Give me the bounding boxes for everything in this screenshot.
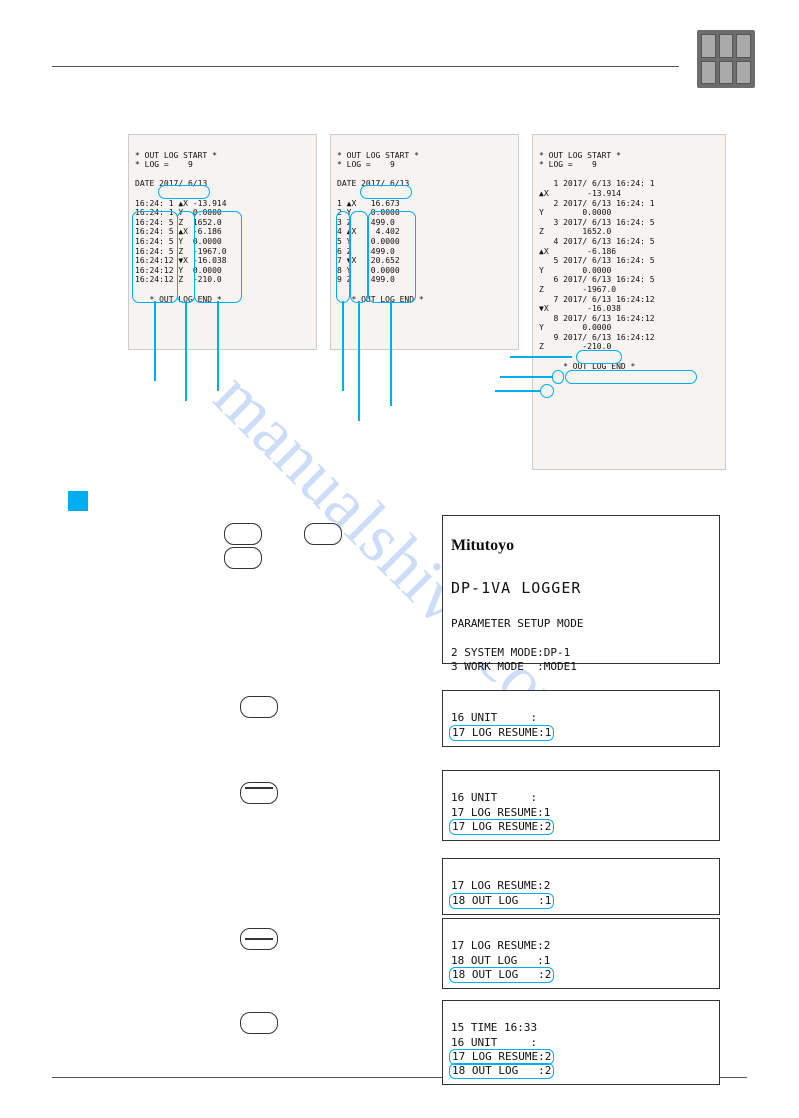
lead-2a [342,301,344,391]
lcd-e: 15 TIME 16:33 16 UNIT : 17 LOG RESUME:2 … [442,1000,720,1085]
lead-3c [510,356,572,358]
lcd-d: 17 LOG RESUME:2 18 OUT LOG :1 18 OUT LOG… [442,918,720,989]
slip1-date: 2017/ 6/13 [159,179,207,188]
lead-3a [500,376,552,378]
top-rule [52,66,679,67]
key-blank-2 [224,547,262,569]
lcd-brand: Mitutoyo [451,536,711,557]
lead-2c [390,301,392,406]
lcd-title: DP-1VA LOGGER [451,579,711,599]
key-blank-4 [240,696,278,718]
print-slip-1: * OUT LOG START * * LOG = 9 DATE 2017/ 6… [128,134,317,350]
hl-d: 18 OUT LOG :2 [449,967,554,983]
lead-1a [154,301,156,381]
key-up [240,782,278,804]
hl-a: 17 LOG RESUME:1 [449,725,554,741]
lead-3b [495,390,540,392]
lcd-c: 17 LOG RESUME:2 18 OUT LOG :1 [442,858,720,915]
lcd-sub: PARAMETER SETUP MODE [451,617,583,630]
lcd-b: 16 UNIT : 17 LOG RESUME:1 17 LOG RESUME:… [442,770,720,841]
keypad-icon [697,30,755,88]
lead-1b [185,301,187,401]
slip1-date-label: DATE [135,179,154,188]
key-blank-5 [240,1012,278,1034]
key-blank-3 [304,523,342,545]
hl-e2: 18 OUT LOG :2 [449,1063,554,1079]
slip1-h1: * OUT LOG START * [135,151,217,160]
lcd-a: 16 UNIT : 17 LOG RESUME:1 [442,690,720,747]
slip1-r0-t: 16:24: 1 [135,199,174,208]
key-blank-1 [224,523,262,545]
lead-1c [217,301,219,391]
slip1-h2: * LOG = 9 [135,160,193,169]
hl-c: 18 OUT LOG :1 [449,893,554,909]
lcd-main: Mitutoyo DP-1VA LOGGER PARAMETER SETUP M… [442,515,720,664]
hl-b: 17 LOG RESUME:2 [449,819,554,835]
key-mid [240,928,278,950]
section-marker [68,491,88,511]
print-slip-3: * OUT LOG START * * LOG = 9 1 2017/ 6/13… [532,134,726,470]
lead-2b [358,301,360,421]
